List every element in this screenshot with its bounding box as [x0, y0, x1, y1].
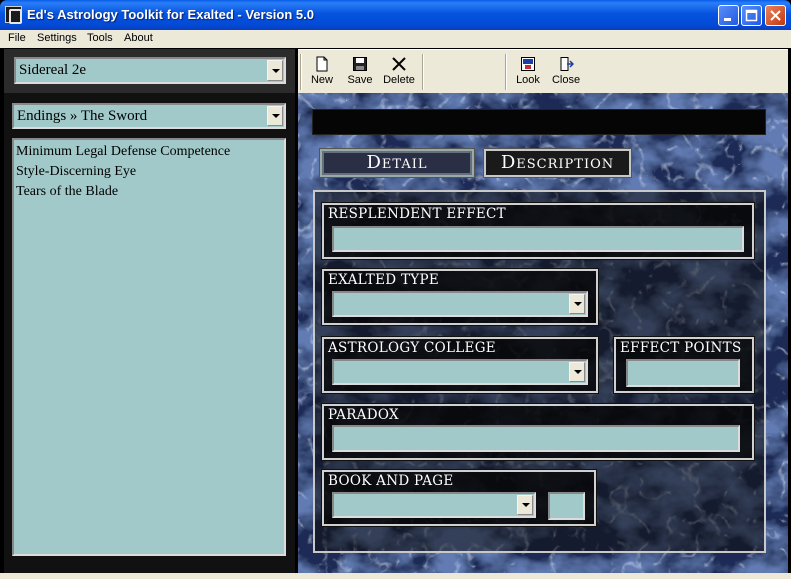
chevron-down-icon[interactable]: [267, 106, 283, 126]
toolbar-separator: [505, 54, 507, 90]
list-item[interactable]: Minimum Legal Defense Competence: [16, 142, 284, 162]
book-and-page-label: BOOK AND PAGE: [328, 473, 454, 489]
floppy-disk-icon: [353, 57, 367, 71]
astrology-college-label: ASTROLOGY COLLEGE: [328, 340, 496, 356]
astrology-college-select[interactable]: [332, 359, 588, 385]
resplendent-effect-field[interactable]: [332, 226, 744, 252]
paradox-group: PARADOX: [321, 403, 755, 461]
title-bar[interactable]: Ed's Astrology Toolkit for Exalted - Ver…: [0, 0, 791, 30]
detail-pane: Detail Description RESPLENDENT EFFECT EX…: [298, 93, 788, 573]
book-select[interactable]: [332, 492, 536, 518]
close-window-button[interactable]: [765, 5, 786, 26]
paradox-label: PARADOX: [328, 407, 399, 423]
menu-file[interactable]: File: [8, 32, 26, 44]
paradox-field[interactable]: [332, 425, 740, 452]
main-toolbar: New Save Delete Look Close: [298, 49, 788, 93]
maximize-button[interactable]: [741, 5, 762, 26]
effect-points-group: EFFECT POINTS: [613, 336, 755, 394]
charm-name-banner: [312, 109, 766, 135]
window-title: Ed's Astrology Toolkit for Exalted - Ver…: [27, 7, 314, 22]
toolbar-separator: [422, 54, 424, 90]
close-icon: [770, 10, 781, 21]
chevron-down-icon[interactable]: [569, 294, 585, 314]
save-button-label: Save: [347, 74, 373, 86]
window-bottom-border: [0, 573, 791, 579]
exalted-type-label: EXALTED TYPE: [328, 272, 440, 288]
menu-bar: File Settings Tools About: [0, 30, 791, 48]
edition-select[interactable]: Sidereal 2e: [14, 57, 286, 84]
charm-list[interactable]: Minimum Legal Defense Competence Style-D…: [12, 138, 286, 556]
delete-button-label: Delete: [383, 74, 415, 86]
minimize-icon: [724, 18, 731, 21]
effect-points-label: EFFECT POINTS: [620, 340, 742, 356]
page-field[interactable]: [548, 492, 585, 520]
maximize-icon: [745, 9, 758, 22]
category-select[interactable]: Endings » The Sword: [12, 103, 286, 129]
menu-settings[interactable]: Settings: [37, 32, 77, 44]
chevron-down-icon[interactable]: [517, 495, 533, 515]
charm-browser-pane: Endings » The Sword Minimum Legal Defens…: [4, 93, 295, 573]
new-document-icon: [316, 56, 328, 72]
menu-tools[interactable]: Tools: [87, 32, 113, 44]
save-button[interactable]: Save: [340, 54, 380, 90]
tab-detail[interactable]: Detail: [319, 148, 475, 178]
resplendent-effect-label: RESPLENDENT EFFECT: [328, 206, 506, 222]
list-item[interactable]: Style-Discerning Eye: [16, 162, 284, 182]
list-item[interactable]: Tears of the Blade: [16, 182, 284, 202]
look-button[interactable]: Look: [508, 54, 548, 90]
effect-points-field[interactable]: [626, 359, 740, 387]
detail-form: RESPLENDENT EFFECT EXALTED TYPE ASTROLOG…: [313, 190, 766, 553]
new-button-label: New: [310, 74, 333, 86]
app-icon[interactable]: [5, 6, 22, 24]
close-button[interactable]: Close: [546, 54, 586, 90]
edition-select-value: Sidereal 2e: [19, 62, 87, 78]
menu-about[interactable]: About: [124, 32, 153, 44]
chevron-down-icon[interactable]: [569, 362, 585, 382]
close-door-icon: [560, 57, 574, 71]
look-button-label: Look: [516, 74, 540, 86]
chevron-down-icon[interactable]: [267, 60, 283, 81]
edition-toolbar: Sidereal 2e: [4, 49, 295, 93]
close-button-label: Close: [551, 74, 581, 86]
look-icon: [521, 57, 535, 71]
exalted-type-select[interactable]: [332, 291, 588, 317]
delete-x-icon: [392, 57, 406, 71]
book-and-page-group: BOOK AND PAGE: [321, 469, 597, 527]
category-select-value: Endings » The Sword: [17, 108, 148, 124]
tab-description[interactable]: Description: [483, 148, 632, 178]
new-button[interactable]: New: [302, 54, 342, 90]
resplendent-effect-group: RESPLENDENT EFFECT: [321, 202, 755, 260]
minimize-button[interactable]: [718, 5, 739, 26]
astrology-college-group: ASTROLOGY COLLEGE: [321, 336, 599, 394]
exalted-type-group: EXALTED TYPE: [321, 268, 599, 326]
delete-button[interactable]: Delete: [377, 54, 421, 90]
